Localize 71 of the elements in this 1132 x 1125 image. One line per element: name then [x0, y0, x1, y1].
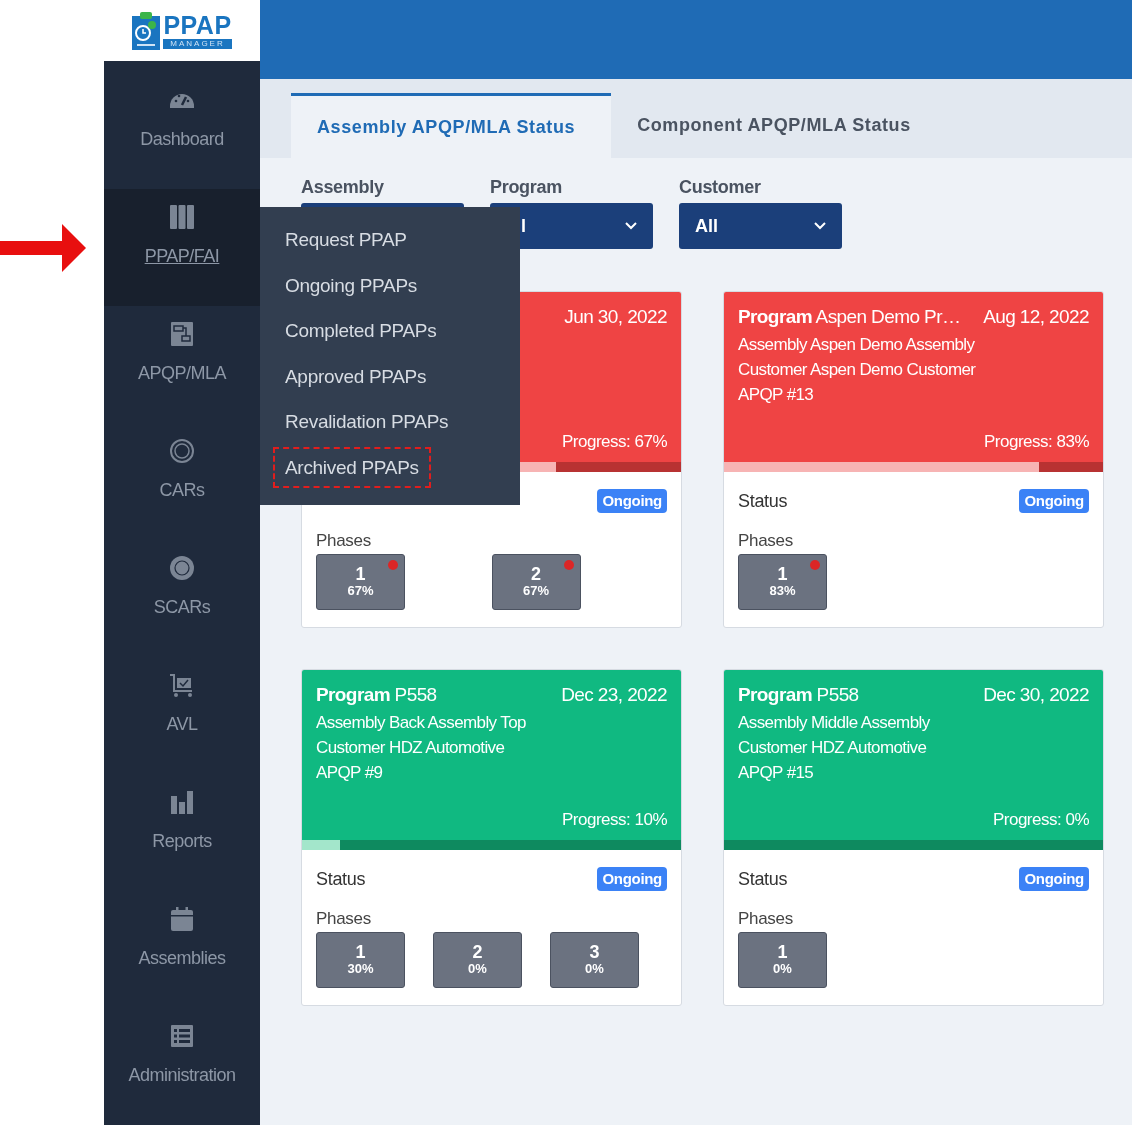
logo-title: PPAP [163, 12, 232, 38]
phases-label: Phases [738, 530, 794, 552]
phases-label: Phases [316, 530, 372, 552]
card-title: Program P558 [316, 683, 437, 707]
progress-label: Progress: 67% [561, 430, 667, 453]
status-label: Status [738, 867, 788, 891]
status-badge: Ongoing [1019, 488, 1089, 514]
card-date: Aug 12, 2022 [983, 305, 1089, 329]
chevron-icon [814, 222, 826, 230]
menu-item[interactable]: Archived PPAPs [275, 448, 429, 486]
phases-label: Phases [738, 908, 794, 930]
chevron-icon [625, 222, 637, 230]
logo-subtitle: MANAGER [163, 38, 232, 49]
card-detail: Assembly Middle Assembly [738, 711, 931, 734]
status-label: Status [316, 867, 366, 891]
sidebar-item[interactable]: CARs [104, 423, 260, 540]
filter-label: Program [490, 176, 563, 199]
menu-item[interactable]: Request PPAP [285, 217, 407, 263]
menu-item[interactable]: Approved PPAPs [285, 353, 427, 399]
sidebar-item[interactable]: Administration [104, 1008, 260, 1125]
card-detail: Customer Aspen Demo Customer [738, 358, 977, 381]
list-icon [168, 1022, 196, 1050]
card-detail: Assembly Back Assembly Top [316, 711, 527, 734]
status-badge: Ongoing [1019, 866, 1089, 892]
phase-tile[interactable]: 1 67% [316, 553, 405, 610]
phase-tile[interactable]: 1 83% [738, 553, 827, 610]
tab[interactable]: Component APQP/MLA Status [611, 93, 947, 158]
card-title: Program Aspen Demo Pr… [738, 305, 961, 329]
phase-tile[interactable]: 2 0% [433, 931, 522, 988]
card-detail: APQP #13 [738, 383, 815, 406]
bar-chart-icon [168, 788, 196, 816]
progress-label: Progress: 83% [983, 430, 1089, 453]
card-date: Dec 23, 2022 [561, 683, 667, 707]
phase-tile[interactable]: 1 30% [316, 931, 405, 988]
sidebar-item[interactable]: PPAP/FAI [104, 189, 260, 306]
card-detail: Customer HDZ Automotive [316, 736, 506, 759]
calendar-icon [168, 905, 196, 933]
sidebar-item[interactable]: APQP/MLA [104, 306, 260, 423]
phase-tile[interactable]: 1 0% [738, 931, 827, 988]
progress-label: Progress: 0% [991, 808, 1089, 831]
tab[interactable]: Assembly APQP/MLA Status [291, 93, 612, 158]
card-detail: APQP #9 [316, 761, 384, 784]
card-title: Program P558 [738, 683, 859, 707]
sidebar-item[interactable]: SCARs [104, 540, 260, 657]
status-badge: Ongoing [597, 488, 667, 514]
status-badge: Ongoing [597, 866, 667, 892]
binders-icon [168, 203, 196, 231]
status-label: Status [738, 489, 788, 513]
card-date: Jun 30, 2022 [564, 305, 667, 329]
sidebar-item[interactable]: Assemblies [104, 891, 260, 1008]
sidebar-item[interactable]: Dashboard [104, 72, 260, 189]
menu-item[interactable]: Revalidation PPAPs [285, 399, 449, 445]
card-detail: APQP #15 [738, 761, 815, 784]
phase-tile[interactable]: 3 0% [550, 931, 639, 988]
sidebar-item[interactable]: Reports [104, 774, 260, 891]
progress-label: Progress: 10% [561, 808, 667, 831]
filter-label: Assembly [301, 176, 385, 199]
select-field[interactable]: All [679, 203, 842, 249]
card-date: Dec 30, 2022 [983, 683, 1089, 707]
menu-item[interactable]: Completed PPAPs [285, 308, 437, 354]
phase-tile[interactable]: 2 67% [491, 553, 581, 610]
card-detail: Customer HDZ Automotive [738, 736, 928, 759]
disc-icon [168, 554, 196, 582]
card-detail: Assembly Aspen Demo Assembly [738, 333, 976, 356]
circle-icon [168, 437, 196, 465]
clipboard-icon [132, 11, 161, 50]
flowchart-icon [168, 320, 196, 348]
filter-label: Customer [679, 176, 762, 199]
sidebar-item[interactable]: AVL [104, 657, 260, 774]
menu-item[interactable]: Ongoing PPAPs [285, 262, 417, 308]
phases-label: Phases [316, 908, 372, 930]
